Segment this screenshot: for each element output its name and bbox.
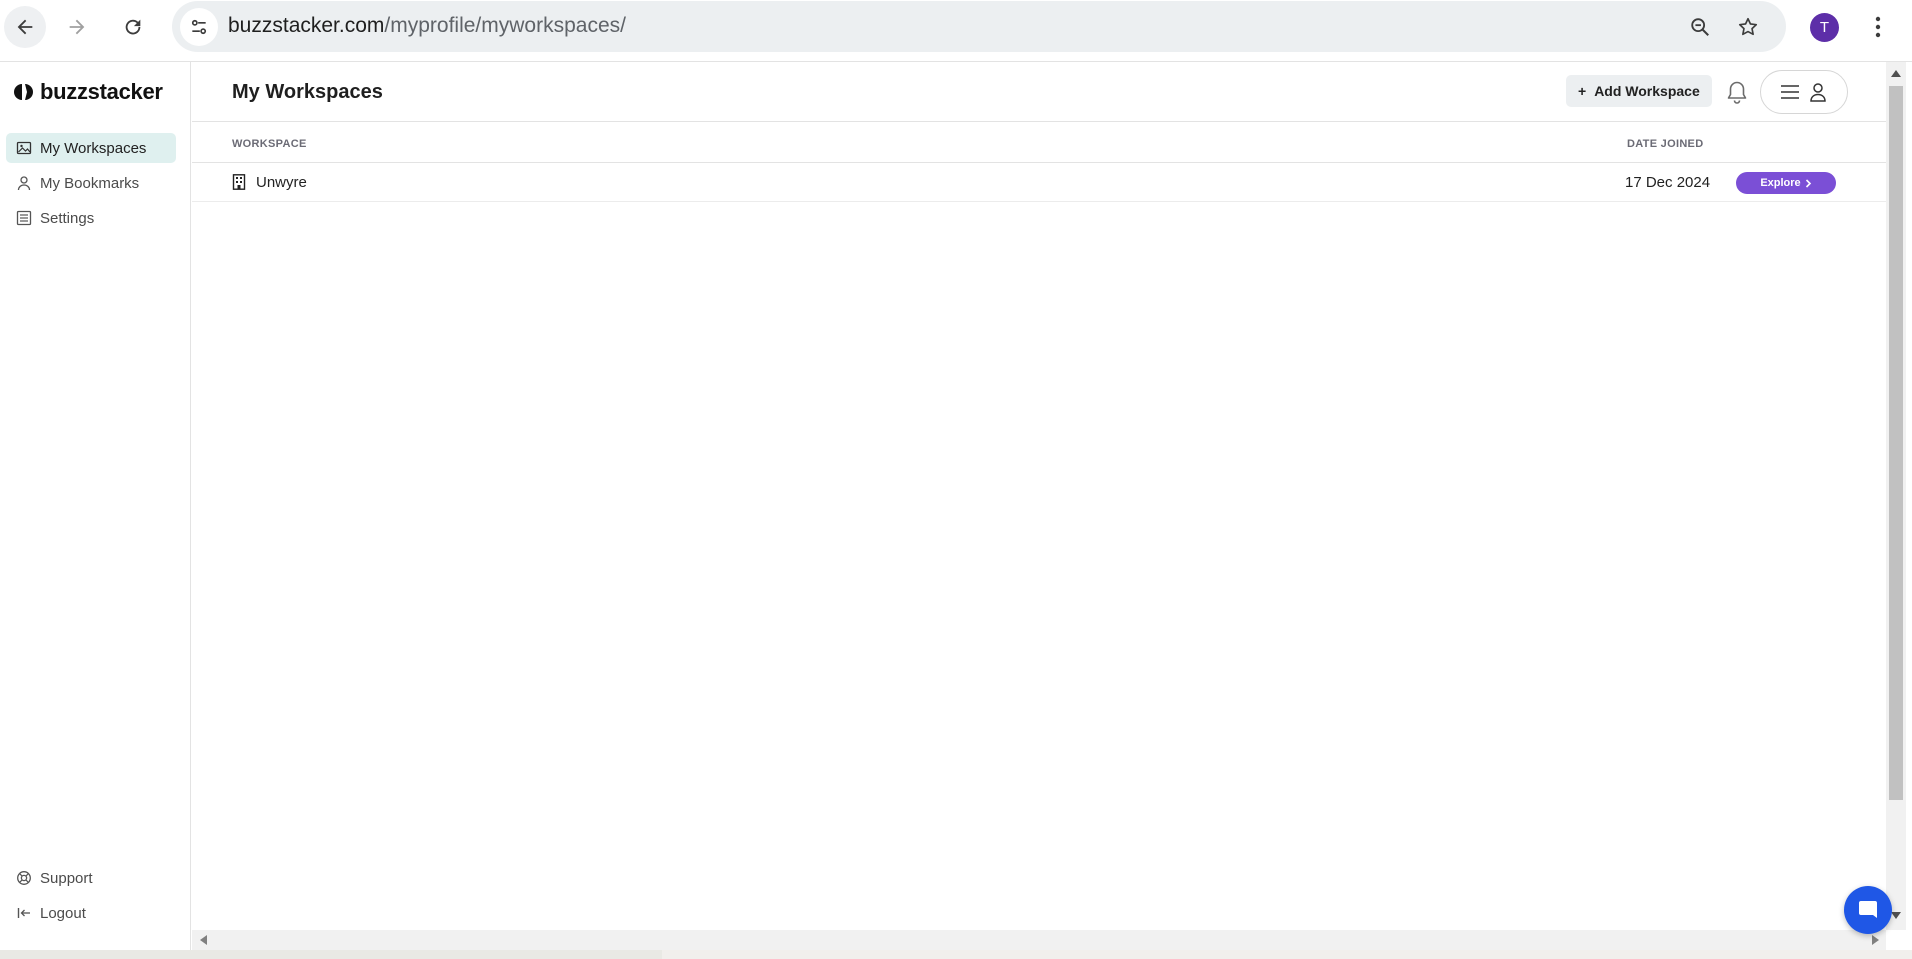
chevron-right-icon [1805,178,1811,188]
sidebar-item-my-bookmarks[interactable]: My Bookmarks [6,168,176,198]
sidebar-item-logout[interactable]: Logout [6,898,176,928]
sidebar-item-label: Logout [40,904,86,922]
hamburger-icon [1781,85,1799,99]
sidebar-item-my-workspaces[interactable]: My Workspaces [6,133,176,163]
add-workspace-label: Add Workspace [1594,83,1700,99]
zoom-button[interactable] [1686,13,1714,41]
date-joined: 17 Dec 2024 [1625,174,1711,191]
tune-icon [191,19,207,35]
page-header: My Workspaces + Add Workspace [192,62,1886,122]
site-settings-button[interactable] [180,8,218,46]
sidebar-item-label: Settings [40,209,95,227]
buzzstacker-logo-icon [14,84,33,100]
page-horizontal-scroll-thumb[interactable] [662,950,1912,959]
scroll-right-arrow[interactable] [1872,935,1879,945]
profile-avatar[interactable]: T [1810,13,1839,42]
page-horizontal-scrollbar[interactable] [0,950,1912,959]
app-root: buzzstacker My Workspaces My Bookmarks S… [0,62,1892,952]
scroll-down-arrow[interactable] [1891,912,1901,919]
zoom-out-icon [1691,18,1709,36]
sidebar-item-support[interactable]: Support [6,863,176,893]
person-icon [17,176,31,191]
table-header: WORKSPACE DATE JOINED [192,123,1886,163]
back-button[interactable] [4,6,46,48]
building-icon [232,174,246,190]
logout-icon [17,908,30,918]
notifications-button[interactable] [1724,79,1750,105]
bell-icon [1727,81,1747,104]
forward-button[interactable] [56,6,98,48]
address-bar[interactable]: buzzstacker.com/myprofile/myworkspaces/ [172,1,1786,52]
table-row: Unwyre 17 Dec 2024 Explore [192,164,1886,202]
workspace-name[interactable]: Unwyre [256,174,307,191]
horizontal-scrollbar[interactable] [192,930,1886,950]
explore-label: Explore [1760,177,1801,189]
star-icon [1738,17,1758,36]
column-header-date-joined: DATE JOINED [1627,138,1704,150]
reload-button[interactable] [112,6,154,48]
bookmark-star-button[interactable] [1734,13,1762,41]
chat-support-button[interactable] [1844,886,1892,934]
brand-logo[interactable]: buzzstacker [14,79,163,105]
main-content: My Workspaces + Add Workspace WORKSPACE … [192,62,1886,932]
explore-button[interactable]: Explore [1736,172,1836,194]
arrow-right-icon [69,19,85,35]
chat-icon [1859,901,1877,918]
page-title: My Workspaces [232,81,383,103]
browser-menu-button[interactable] [1866,10,1890,44]
vertical-scrollbar[interactable] [1886,62,1906,930]
scroll-up-arrow[interactable] [1891,70,1901,77]
sidebar-item-label: Support [40,869,93,887]
reload-icon [125,19,141,35]
url-domain: buzzstacker.com [228,14,385,37]
user-menu-button[interactable] [1760,70,1848,114]
scroll-left-arrow[interactable] [200,935,207,945]
plus-icon: + [1578,83,1587,99]
sidebar: buzzstacker My Workspaces My Bookmarks S… [0,62,191,952]
user-icon [1810,83,1826,102]
browser-toolbar: buzzstacker.com/myprofile/myworkspaces/ … [0,0,1912,62]
image-icon [16,141,32,155]
sidebar-item-settings[interactable]: Settings [6,203,176,233]
column-header-workspace: WORKSPACE [232,138,307,150]
vertical-scroll-thumb[interactable] [1889,86,1903,800]
list-icon [16,210,32,226]
arrow-left-icon [17,19,33,35]
lifebuoy-icon [17,871,31,885]
sidebar-item-label: My Workspaces [40,139,147,157]
add-workspace-button[interactable]: + Add Workspace [1566,75,1712,107]
url-text[interactable]: buzzstacker.com/myprofile/myworkspaces/ [228,14,626,38]
brand-name: buzzstacker [40,79,163,104]
url-path: /myprofile/myworkspaces/ [384,14,626,37]
sidebar-item-label: My Bookmarks [40,174,140,192]
more-vert-icon [1875,16,1881,38]
